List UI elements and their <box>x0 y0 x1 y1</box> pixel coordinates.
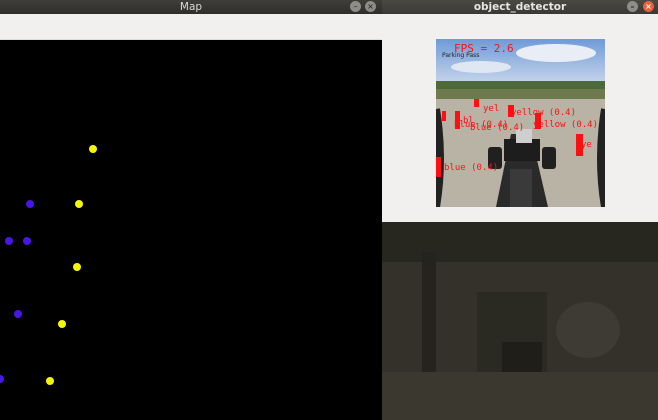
map-toolbar <box>0 14 382 40</box>
object-detector-titlebar[interactable]: object_detector – × <box>382 0 658 14</box>
map-titlebar[interactable]: Map – × <box>0 0 382 14</box>
detection-label: yellow (0.4) <box>511 108 577 118</box>
detection-overlay: FPS = 2.6 Parking Pass yel bl yellow (0.4) bl… <box>436 39 605 207</box>
blue-cone <box>26 200 34 208</box>
close-icon[interactable]: × <box>643 1 654 12</box>
detection-label: yel <box>483 104 500 114</box>
detection-label: blue (0.4) <box>454 120 509 130</box>
yellow-cone <box>58 320 66 328</box>
detection-label: yellow (0.4) <box>533 120 599 130</box>
object-detector-title: object_detector <box>473 1 567 13</box>
object-detector-window[interactable]: object_detector – × FPS = 2.6 Parking Pa… <box>382 0 658 222</box>
detection-box <box>442 111 446 121</box>
background-image <box>382 222 658 420</box>
close-icon[interactable]: × <box>365 1 376 12</box>
yellow-cone <box>73 263 81 271</box>
detection-box <box>436 157 441 177</box>
camera-frame: FPS = 2.6 Parking Pass yel bl yellow (0.4) bl… <box>436 39 605 207</box>
background-window <box>382 222 658 420</box>
blue-cone <box>0 375 4 383</box>
map-canvas[interactable] <box>0 40 382 420</box>
yellow-cone <box>46 377 54 385</box>
blue-cone <box>5 237 13 245</box>
yellow-cone <box>75 200 83 208</box>
map-window-title: Map <box>179 1 203 13</box>
minimize-icon[interactable]: – <box>627 1 638 12</box>
detection-label: blue (0.4) <box>444 163 499 173</box>
blue-cone <box>23 237 31 245</box>
yellow-cone <box>89 145 97 153</box>
blue-cone <box>14 310 22 318</box>
parking-pass-stamp: Parking Pass <box>442 52 480 59</box>
minimize-icon[interactable]: – <box>350 1 361 12</box>
detection-label: ye <box>581 140 592 150</box>
detection-box <box>474 99 479 107</box>
map-window[interactable]: Map – × <box>0 0 382 420</box>
